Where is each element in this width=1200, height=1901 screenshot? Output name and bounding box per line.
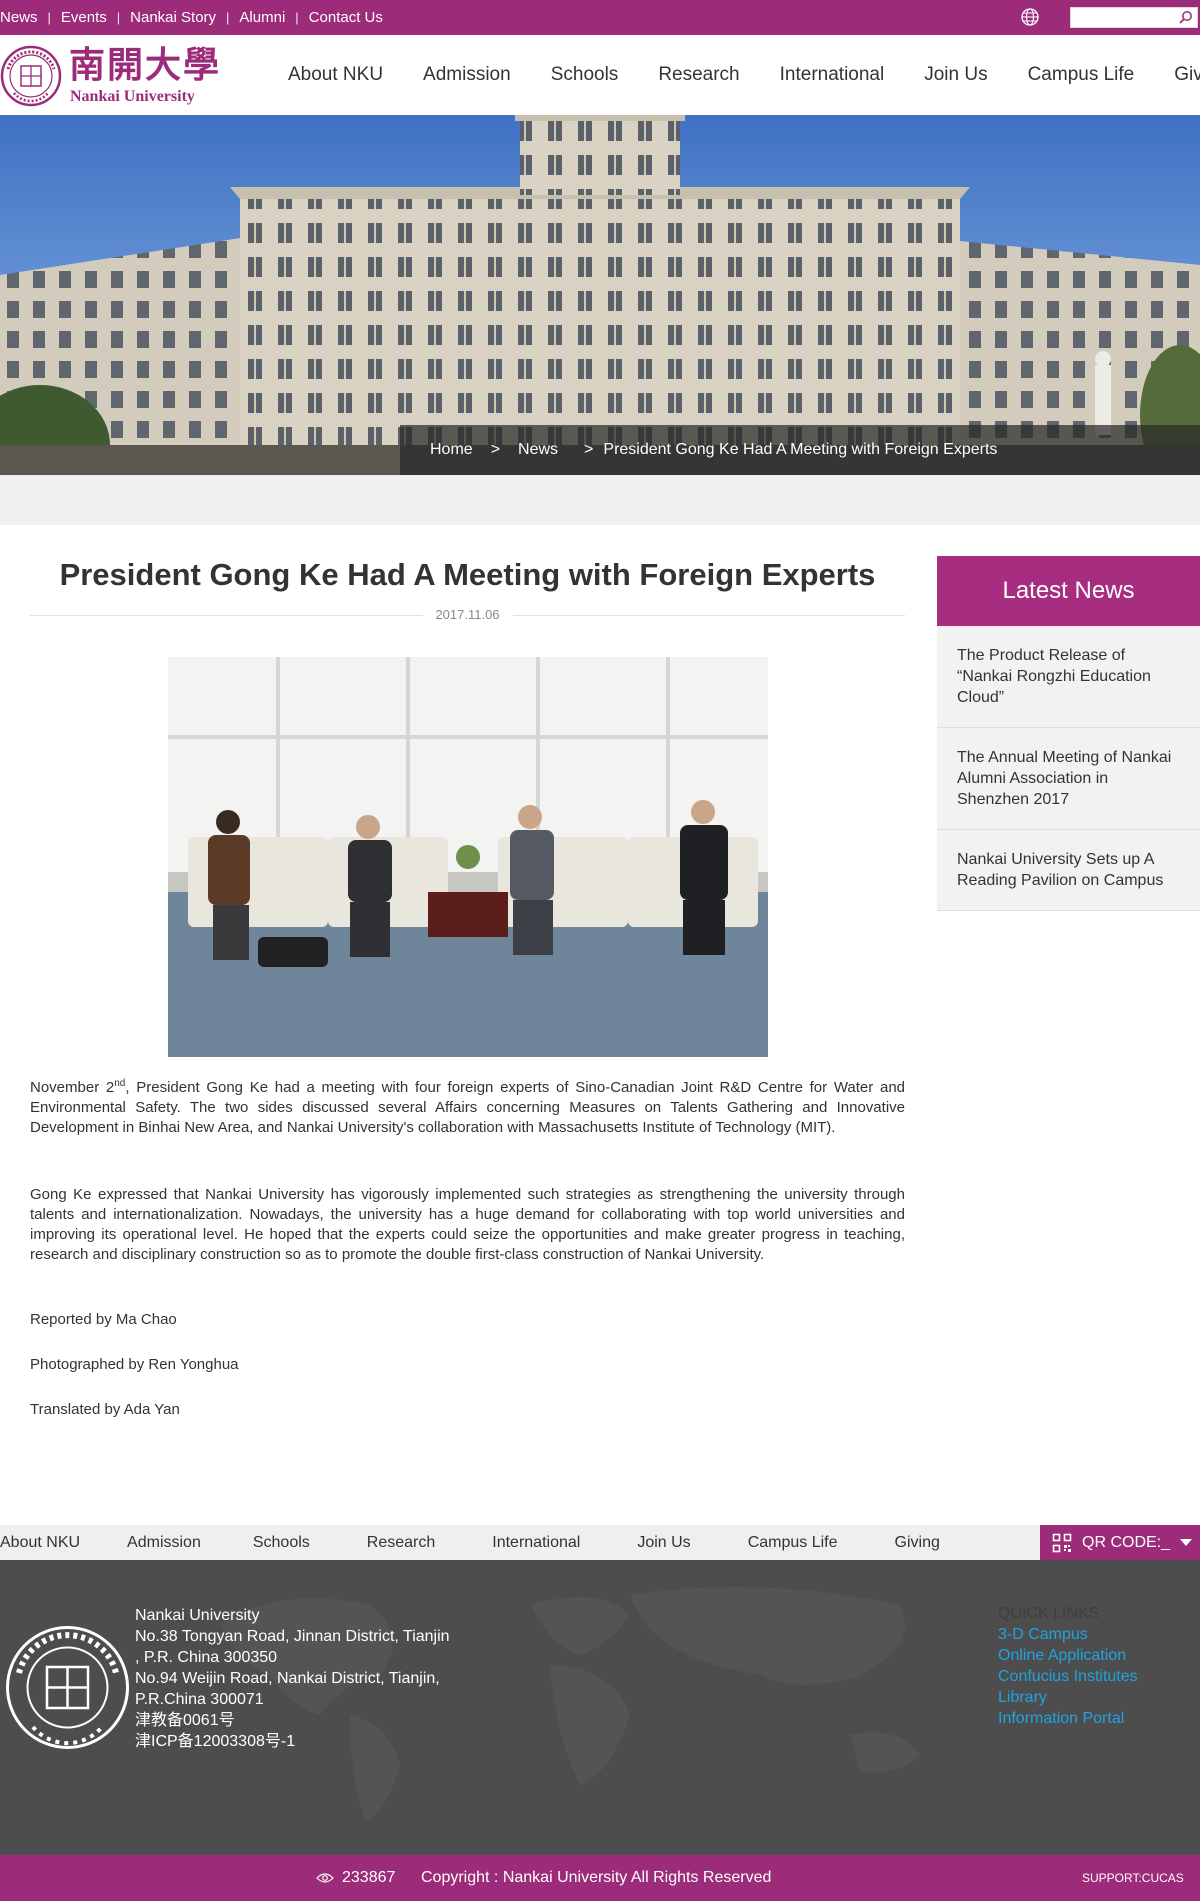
breadcrumb: Home > News > President Gong Ke Had A Me… xyxy=(400,425,1200,475)
breadcrumb-home[interactable]: Home xyxy=(430,441,473,459)
separator: | xyxy=(226,10,230,25)
address-line: No.38 Tongyan Road, Jinnan District, Tia… xyxy=(135,1628,450,1645)
copyright-bar: 233867 Copyright : Nankai University All… xyxy=(0,1855,1200,1901)
eye-icon xyxy=(316,1873,334,1883)
separator: | xyxy=(295,10,299,25)
quick-link-online-application[interactable]: Online Application xyxy=(998,1645,1138,1666)
latest-news-item[interactable]: The Annual Meeting of Nankai Alumni Asso… xyxy=(937,728,1200,830)
ordinal-suffix: nd xyxy=(114,1078,126,1089)
quick-link-confucius-institutes[interactable]: Confucius Institutes xyxy=(998,1666,1138,1687)
article-paragraph-1: November 2nd, President Gong Ke had a me… xyxy=(30,1078,905,1138)
visit-count: 233867 xyxy=(342,1869,396,1886)
top-links: News | Events | Nankai Story | Alumni | … xyxy=(0,0,393,35)
logo-english-text[interactable]: Nankai University xyxy=(70,88,195,106)
article-date-divider: 2017.11.06 xyxy=(30,605,905,625)
footer-nav-campus-life[interactable]: Campus Life xyxy=(748,1534,838,1552)
nav-join-us[interactable]: Join Us xyxy=(924,64,987,86)
footer-nav-admission[interactable]: Admission xyxy=(127,1534,201,1552)
address-line: , P.R. China 300350 xyxy=(135,1649,278,1666)
nav-about-nku[interactable]: About NKU xyxy=(288,64,383,86)
breadcrumb-separator: > xyxy=(584,441,594,458)
footer-nav-international[interactable]: International xyxy=(492,1534,580,1552)
footer-nav-about-nku[interactable]: About NKU xyxy=(0,1534,80,1552)
top-link-events[interactable]: Events xyxy=(51,9,117,26)
top-link-alumni[interactable]: Alumni xyxy=(229,9,295,26)
address-line: No.94 Weijin Road, Nankai District, Tian… xyxy=(135,1670,440,1687)
article-date: 2017.11.06 xyxy=(422,605,513,625)
main-building-illustration xyxy=(0,115,1200,475)
visit-counter: 233867 xyxy=(316,1855,395,1901)
qr-code-button[interactable]: QR CODE:_ xyxy=(1040,1525,1200,1560)
footer-nav-join-us[interactable]: Join Us xyxy=(637,1534,690,1552)
article-title: President Gong Ke Had A Meeting with For… xyxy=(59,557,876,592)
banner-campus-image: Home > News > President Gong Ke Had A Me… xyxy=(0,115,1200,475)
footer-seal-logo xyxy=(6,1626,129,1749)
top-bar: News | Events | Nankai Story | Alumni | … xyxy=(0,0,1200,35)
separator: | xyxy=(116,10,121,25)
article-photo xyxy=(168,657,768,1057)
paragraph-text: , President Gong Ke had a meeting with f… xyxy=(30,1079,906,1136)
nav-admission[interactable]: Admission xyxy=(423,64,511,86)
meeting-photo xyxy=(168,657,768,1057)
article: President Gong Ke Had A Meeting with For… xyxy=(30,555,905,1418)
address-line: P.R.China 300071 xyxy=(135,1691,264,1708)
chevron-down-icon xyxy=(1180,1539,1192,1546)
nav-international[interactable]: International xyxy=(780,64,885,86)
paragraph-date: November 2 xyxy=(30,1079,115,1096)
breadcrumb-current: President Gong Ke Had A Meeting with For… xyxy=(603,441,998,458)
latest-news-title: Latest News xyxy=(937,556,1200,626)
main-nav: About NKU Admission Schools Research Int… xyxy=(288,35,1200,115)
top-link-contact-us[interactable]: Contact Us xyxy=(299,9,393,26)
search-box xyxy=(1070,7,1198,28)
footer-nav-schools[interactable]: Schools xyxy=(253,1534,310,1552)
latest-news-item[interactable]: Nankai University Sets up A Reading Pavi… xyxy=(937,830,1200,911)
address-line: 津ICP备12003308号-1 xyxy=(135,1733,296,1750)
latest-news-item[interactable]: The Product Release of “Nankai Rongzhi E… xyxy=(937,626,1200,728)
quick-link-library[interactable]: Library xyxy=(998,1687,1138,1708)
qr-code-icon xyxy=(1052,1533,1072,1552)
latest-news-sidebar: Latest News The Product Release of “Nank… xyxy=(937,556,1200,911)
nav-campus-life[interactable]: Campus Life xyxy=(1028,64,1135,86)
footer: About NKU Admission Schools Research Int… xyxy=(0,1525,1200,1901)
nav-schools[interactable]: Schools xyxy=(551,64,619,86)
translated-by: Translated by Ada Yan xyxy=(30,1401,180,1418)
separator: | xyxy=(47,10,51,25)
article-paragraph-2: Gong Ke expressed that Nankai University… xyxy=(30,1186,905,1263)
top-link-news[interactable]: News xyxy=(0,9,48,26)
search-input[interactable] xyxy=(1071,8,1171,27)
support-text[interactable]: SUPPORT:CUCAS xyxy=(1082,1855,1184,1901)
nav-giving[interactable]: Giving xyxy=(1174,64,1200,86)
quick-links-title: QUICK LINKS xyxy=(998,1605,1100,1622)
address-line: 津教备0061号 xyxy=(135,1712,235,1729)
footer-nav-giving[interactable]: Giving xyxy=(895,1534,940,1552)
reported-by: Reported by Ma Chao xyxy=(30,1311,177,1328)
search-icon[interactable] xyxy=(1178,10,1193,25)
footer-address: Nankai University No.38 Tongyan Road, Ji… xyxy=(135,1605,450,1752)
footer-nav: About NKU Admission Schools Research Int… xyxy=(0,1525,1200,1560)
photographed-by: Photographed by Ren Yonghua xyxy=(30,1356,239,1373)
breadcrumb-news[interactable]: News xyxy=(518,441,558,459)
copyright-text: Copyright : Nankai University All Rights… xyxy=(421,1869,772,1886)
quick-link-information-portal[interactable]: Information Portal xyxy=(998,1708,1138,1729)
spacer-band xyxy=(0,475,1200,525)
top-link-nankai-story[interactable]: Nankai Story xyxy=(120,9,226,26)
globe-icon[interactable] xyxy=(1020,7,1040,27)
quick-link-3d-campus[interactable]: 3-D Campus xyxy=(998,1624,1138,1645)
qr-code-label: QR CODE:_ xyxy=(1082,1533,1171,1551)
address-line: Nankai University xyxy=(135,1607,260,1624)
logo-seal[interactable] xyxy=(0,45,62,107)
footer-nav-research[interactable]: Research xyxy=(367,1534,435,1552)
breadcrumb-separator: > xyxy=(490,441,501,458)
nav-research[interactable]: Research xyxy=(658,64,739,86)
logo-chinese-text[interactable]: 南開大學 xyxy=(69,45,221,85)
header: 南開大學 Nankai University About NKU Admissi… xyxy=(0,35,1200,115)
quick-links: QUICK LINKS 3-D Campus Online Applicatio… xyxy=(998,1603,1138,1729)
